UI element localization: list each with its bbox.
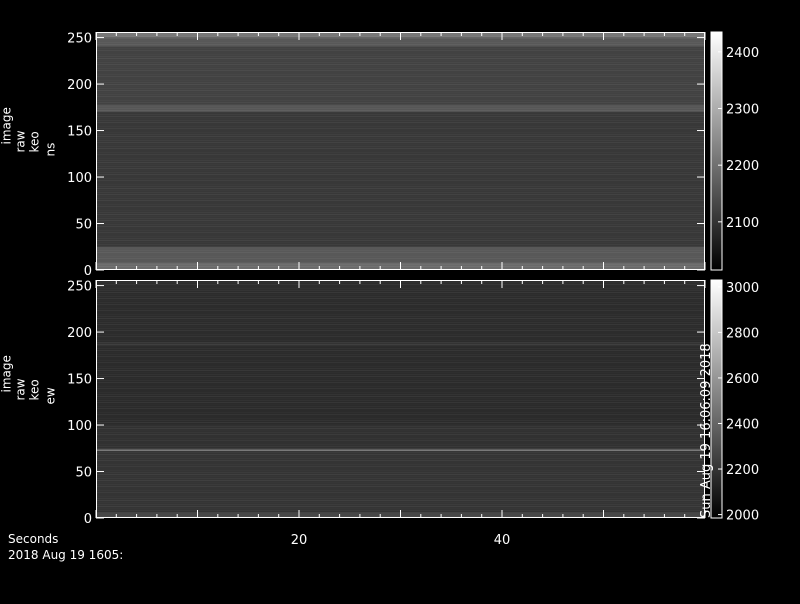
y-tick-label: 0 xyxy=(84,512,92,527)
ns-ylabel-line: image xyxy=(0,107,14,145)
ew-keogram-panel: 0 50 100 150 200 250 2000 2200 2400 2600 2800 3000 S… xyxy=(67,279,759,527)
colorbar-tick-label: 2300 xyxy=(726,103,759,118)
y-tick-label: 0 xyxy=(84,264,92,279)
colorbar-tick-label: 2000 xyxy=(726,509,759,524)
x-tick-label: 20 xyxy=(291,533,308,548)
ns-ylabel-2: raw xyxy=(13,130,28,153)
ns-ylabel-4: ns xyxy=(44,142,58,157)
y-tick-label: 250 xyxy=(67,32,92,47)
colorbar-tick-label: 3000 xyxy=(726,281,759,296)
ns-ylabel-line: raw xyxy=(13,130,28,153)
y-tick-label: 150 xyxy=(67,373,92,388)
keogram-band xyxy=(96,46,705,105)
y-tick-label: 250 xyxy=(67,280,92,295)
side-annotation: Sun Aug 19 16:06:09 2018 xyxy=(699,343,714,518)
y-tick-label: 100 xyxy=(67,171,92,186)
plot-canvas: 0 50 100 150 200 250 2100 2200 2300 2400 0 50 100 15… xyxy=(67,31,759,548)
x-axis-label: Seconds xyxy=(8,532,59,546)
ns-ylabel-line: ns xyxy=(43,142,58,157)
keogram-band xyxy=(96,346,705,426)
ew-ylabel-4: ew xyxy=(43,387,58,405)
y-tick-label: 100 xyxy=(67,419,92,434)
ew-ylabel-line: image xyxy=(0,355,14,393)
ns-keogram-panel: 0 50 100 150 200 250 2100 2200 2300 2400 xyxy=(67,31,759,279)
colorbar-tick-label: 2400 xyxy=(726,46,759,61)
timestamp: 2018 Aug 19 1605: xyxy=(8,548,124,562)
ns-ylabel: image xyxy=(0,107,14,145)
colorbar-tick-label: 2100 xyxy=(726,216,759,231)
colorbar-tick-label: 2200 xyxy=(726,159,759,174)
ew-ylabel: image xyxy=(0,355,14,393)
ew-ylabel-2: raw xyxy=(13,378,28,401)
colorbar xyxy=(710,31,723,271)
keogram-figure: 0 50 100 150 200 250 2100 2200 2300 2400 0 50 100 15… xyxy=(0,0,800,600)
colorbar-tick-label: 2400 xyxy=(726,417,759,432)
colorbar-tick-label: 2600 xyxy=(726,372,759,387)
x-axis: 20 40 xyxy=(291,533,511,548)
ew-ylabel-line: raw xyxy=(13,378,28,401)
ns-ylabel-line: keo xyxy=(27,131,42,153)
y-tick-label: 150 xyxy=(67,125,92,140)
ew-ylabel-line: ew xyxy=(43,387,58,405)
ew-ylabel-3: keo xyxy=(27,379,42,401)
y-tick-label: 50 xyxy=(75,218,92,233)
y-tick-label: 50 xyxy=(75,466,92,481)
y-tick-label: 200 xyxy=(67,78,92,93)
ew-ylabel-line: keo xyxy=(27,379,42,401)
colorbar-tick-label: 2200 xyxy=(726,463,759,478)
colorbar-tick-label: 2800 xyxy=(726,326,759,341)
y-tick-label: 200 xyxy=(67,326,92,341)
ns-ylabel-3: keo xyxy=(27,131,42,153)
x-tick-label: 40 xyxy=(494,533,511,548)
